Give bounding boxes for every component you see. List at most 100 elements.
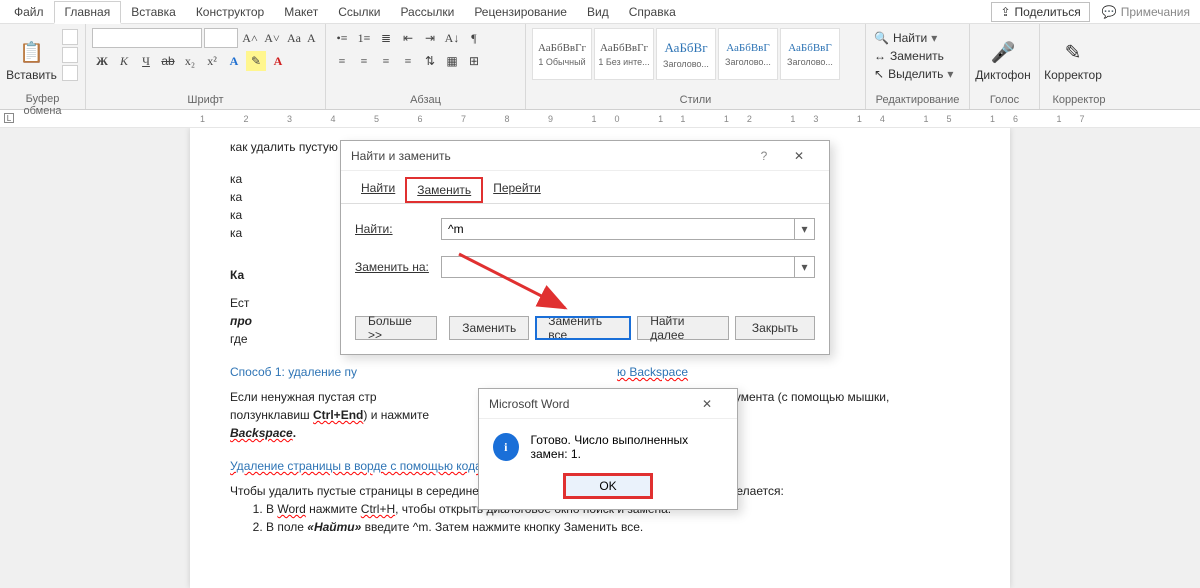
menu-review[interactable]: Рецензирование bbox=[464, 2, 577, 22]
strike-button[interactable]: ab bbox=[158, 51, 178, 71]
style-no-spacing[interactable]: АаБбВвГг1 Без инте... bbox=[594, 28, 654, 80]
messagebox: Microsoft Word ✕ i Готово. Число выполне… bbox=[478, 388, 738, 510]
group-paragraph-label: Абзац bbox=[332, 93, 519, 107]
dictate-button[interactable]: 🎤Диктофон bbox=[976, 28, 1030, 92]
style-heading2[interactable]: АаБбВвГЗаголово... bbox=[718, 28, 778, 80]
find-replace-dialog: Найти и заменить ? ✕ Найти Заменить Пере… bbox=[340, 140, 830, 355]
find-next-button[interactable]: Найти далее bbox=[637, 316, 729, 340]
group-styles-label: Стили bbox=[532, 93, 859, 107]
subscript-button[interactable]: x₂ bbox=[180, 51, 200, 71]
tab-replace[interactable]: Заменить bbox=[405, 177, 483, 203]
copy-button[interactable] bbox=[62, 47, 78, 63]
replace-all-button[interactable]: Заменить все bbox=[535, 316, 631, 340]
clear-format-button[interactable]: A⃠ bbox=[306, 28, 326, 48]
group-editing-label: Редактирование bbox=[872, 93, 963, 107]
menu-home[interactable]: Главная bbox=[54, 1, 122, 24]
italic-button[interactable]: К bbox=[114, 51, 134, 71]
replace-button[interactable]: ↔Заменить bbox=[872, 48, 955, 64]
horizontal-ruler[interactable]: 1 2 3 4 5 6 7 8 9 10 11 12 13 14 15 16 1… bbox=[0, 110, 1200, 128]
change-case-button[interactable]: Aa bbox=[284, 28, 304, 48]
select-button[interactable]: ↖Выделить▾ bbox=[872, 66, 955, 82]
group-corrector-label: Корректор bbox=[1046, 93, 1112, 107]
font-size-combo[interactable] bbox=[204, 28, 238, 48]
ribbon: 📋Вставить Буфер обмена A˄ A˅ Aa A⃠ Ж К Ч… bbox=[0, 24, 1200, 110]
justify-button[interactable]: ≡ bbox=[398, 51, 418, 71]
underline-button[interactable]: Ч bbox=[136, 51, 156, 71]
align-right-button[interactable]: ≡ bbox=[376, 51, 396, 71]
messagebox-text: Готово. Число выполненных замен: 1. bbox=[531, 433, 724, 461]
chevron-down-icon[interactable]: ▾ bbox=[794, 219, 814, 239]
sort-button[interactable]: A↓ bbox=[442, 28, 462, 48]
share-button[interactable]: ⇪Поделиться bbox=[991, 2, 1089, 22]
pen-icon: ✎ bbox=[1059, 38, 1087, 66]
replace-label: Заменить на: bbox=[355, 260, 441, 274]
close-button[interactable]: ✕ bbox=[779, 149, 819, 163]
bold-button[interactable]: Ж bbox=[92, 51, 112, 71]
group-font-label: Шрифт bbox=[92, 93, 319, 107]
dialog-title: Найти и заменить bbox=[351, 149, 451, 163]
info-icon: i bbox=[493, 433, 519, 461]
paste-button[interactable]: 📋Вставить bbox=[6, 28, 57, 92]
menu-constructor[interactable]: Конструктор bbox=[186, 2, 274, 22]
align-left-button[interactable]: ≡ bbox=[332, 51, 352, 71]
styles-gallery[interactable]: АаБбВвГг1 Обычный АаБбВвГг1 Без инте... … bbox=[532, 28, 840, 80]
font-name-combo[interactable] bbox=[92, 28, 202, 48]
style-heading1[interactable]: АаБбВгЗаголово... bbox=[656, 28, 716, 80]
multilevel-button[interactable]: ≣ bbox=[376, 28, 396, 48]
ruler-corner: L bbox=[4, 113, 14, 123]
help-icon[interactable]: ? bbox=[749, 149, 779, 163]
tab-find[interactable]: Найти bbox=[351, 177, 405, 203]
find-button[interactable]: 🔍Найти▾ bbox=[872, 30, 955, 46]
menu-help[interactable]: Справка bbox=[619, 2, 686, 22]
share-icon: ⇪ bbox=[1000, 5, 1010, 19]
superscript-button[interactable]: x² bbox=[202, 51, 222, 71]
close-dialog-button[interactable]: Закрыть bbox=[735, 316, 815, 340]
menu-layout[interactable]: Макет bbox=[274, 2, 328, 22]
shading-button[interactable]: ▦ bbox=[442, 51, 462, 71]
bullets-button[interactable]: •≡ bbox=[332, 28, 352, 48]
style-heading3[interactable]: АаБбВвГЗаголово... bbox=[780, 28, 840, 80]
ok-button[interactable]: OK bbox=[565, 475, 651, 497]
numbering-button[interactable]: 1≡ bbox=[354, 28, 374, 48]
align-center-button[interactable]: ≡ bbox=[354, 51, 374, 71]
outdent-button[interactable]: ⇤ bbox=[398, 28, 418, 48]
format-painter-button[interactable] bbox=[62, 65, 78, 81]
tab-goto[interactable]: Перейти bbox=[483, 177, 551, 203]
find-input[interactable]: ^m▾ bbox=[441, 218, 815, 240]
font-color-button[interactable]: A bbox=[268, 51, 288, 71]
cursor-icon: ↖ bbox=[874, 67, 884, 81]
comment-icon: 💬 bbox=[1102, 5, 1117, 19]
menu-bar: Файл Главная Вставка Конструктор Макет С… bbox=[0, 0, 1200, 24]
cut-button[interactable] bbox=[62, 29, 78, 45]
show-marks-button[interactable]: ¶ bbox=[464, 28, 484, 48]
indent-button[interactable]: ⇥ bbox=[420, 28, 440, 48]
more-button[interactable]: Больше >> bbox=[355, 316, 437, 340]
chevron-down-icon[interactable]: ▾ bbox=[794, 257, 814, 277]
line-spacing-button[interactable]: ⇅ bbox=[420, 51, 440, 71]
replace-input[interactable]: ▾ bbox=[441, 256, 815, 278]
group-clipboard-label: Буфер обмена bbox=[6, 92, 79, 118]
menu-links[interactable]: Ссылки bbox=[328, 2, 390, 22]
shrink-font-button[interactable]: A˅ bbox=[262, 28, 282, 48]
messagebox-title: Microsoft Word bbox=[489, 397, 569, 411]
doc-heading: Способ 1: удаление пую Backspace bbox=[230, 360, 970, 384]
close-button[interactable]: ✕ bbox=[687, 397, 727, 411]
borders-button[interactable]: ⊞ bbox=[464, 51, 484, 71]
menu-view[interactable]: Вид bbox=[577, 2, 619, 22]
menu-mailings[interactable]: Рассылки bbox=[390, 2, 464, 22]
highlight-button[interactable]: ✎ bbox=[246, 51, 266, 71]
corrector-button[interactable]: ✎Корректор bbox=[1046, 28, 1100, 92]
grow-font-button[interactable]: A˄ bbox=[240, 28, 260, 48]
messagebox-titlebar[interactable]: Microsoft Word ✕ bbox=[479, 389, 737, 419]
microphone-icon: 🎤 bbox=[989, 38, 1017, 66]
style-normal[interactable]: АаБбВвГг1 Обычный bbox=[532, 28, 592, 80]
menu-insert[interactable]: Вставка bbox=[121, 2, 186, 22]
text-effects-button[interactable]: A bbox=[224, 51, 244, 71]
find-label: Найти: bbox=[355, 222, 441, 236]
group-voice-label: Голос bbox=[976, 93, 1033, 107]
clipboard-icon: 📋 bbox=[18, 38, 46, 66]
menu-file[interactable]: Файл bbox=[4, 2, 54, 22]
replace-one-button[interactable]: Заменить bbox=[449, 316, 529, 340]
comments-button[interactable]: 💬Примечания bbox=[1096, 3, 1196, 21]
dialog-titlebar[interactable]: Найти и заменить ? ✕ bbox=[341, 141, 829, 171]
